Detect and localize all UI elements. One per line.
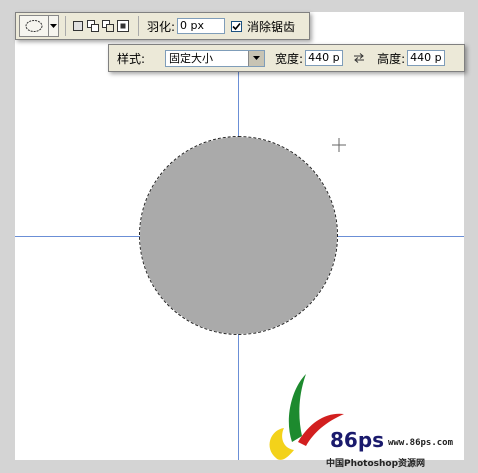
logo-swoosh-icon [269,374,344,460]
height-label: 高度: [377,51,406,66]
separator [65,16,66,36]
logo-text: 86ps [330,428,385,452]
logo-url: www.86ps.com [388,438,454,448]
width-input[interactable] [305,50,344,66]
feather-input[interactable] [177,18,226,34]
selection-marquee[interactable] [139,136,338,335]
antialias-label: 消除锯齿 [247,19,296,34]
watermark-logo: 86ps www.86ps.com 中国Photoshop资源网 [262,370,472,470]
crosshair-cursor-icon [332,138,346,152]
options-bar-style: 样式: 固定大小 宽度: 高度: [108,44,465,72]
swap-button[interactable] [353,53,365,63]
add-selection-icon[interactable] [87,20,99,32]
swap-arrows-icon [354,53,365,63]
chevron-down-icon [248,50,265,66]
separator [138,16,139,36]
antialias-checkbox[interactable] [231,20,243,32]
new-selection-icon[interactable] [72,20,84,32]
style-select[interactable]: 固定大小 [165,49,266,67]
intersect-selection-icon[interactable] [117,20,129,32]
height-input[interactable] [407,50,446,66]
elliptical-marquee-icon [25,20,43,32]
checkmark-icon [232,22,241,30]
width-label: 宽度: [275,51,304,66]
tool-preset-dropdown[interactable] [49,15,59,37]
subtract-selection-icon[interactable] [102,20,114,32]
options-bar-main: 羽化: 消除锯齿 [15,12,310,40]
style-select-value: 固定大小 [169,52,214,65]
style-label: 样式: [117,51,146,66]
tool-preset-button[interactable] [19,15,49,37]
logo-caption: 中国Photoshop资源网 [326,459,426,469]
feather-label: 羽化: [147,19,176,34]
chevron-down-icon [50,24,57,28]
